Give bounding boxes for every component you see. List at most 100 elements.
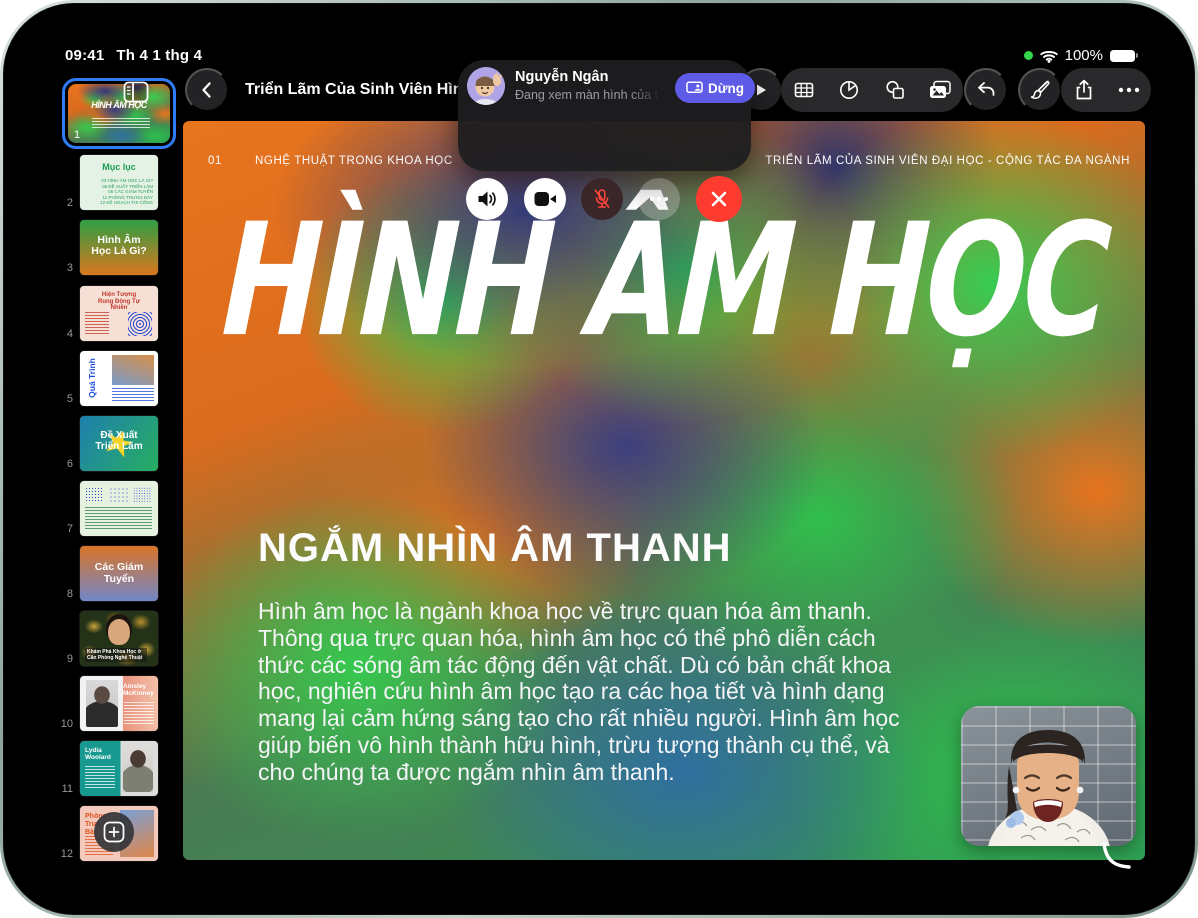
thumbnail-7-pattern — [133, 487, 152, 502]
thumbnail-9-title: Khám Phá Khoa Học ở Căn Phòng Nghệ Thuật — [85, 648, 147, 662]
speaker-icon — [476, 189, 498, 209]
thumbnail-number: 8 — [55, 588, 73, 600]
insert-shape-button[interactable] — [873, 68, 917, 112]
thumbnail-number: 11 — [55, 783, 73, 795]
status-date: Th 4 1 thg 4 — [116, 47, 202, 64]
thumbnail-2-title: Mục lục — [80, 162, 158, 172]
share-toolbar — [1061, 68, 1151, 112]
shapes-icon — [883, 78, 907, 102]
end-call-icon — [710, 190, 728, 208]
avatar — [467, 67, 505, 105]
slide-thumbnail-4[interactable]: Hiện Tượng Rung Động Tự Nhiên — [80, 286, 158, 341]
insert-table-button[interactable] — [782, 68, 826, 112]
slide-thumbnail-9[interactable]: Khám Phá Khoa Học ở Căn Phòng Nghệ Thuật — [80, 611, 158, 666]
slide-heading[interactable]: NGẮM NHÌN ÂM THANH — [258, 526, 732, 571]
thumbnail-number: 5 — [55, 393, 73, 405]
navigator-toggle-button[interactable] — [121, 79, 151, 105]
more-options-button[interactable] — [638, 178, 680, 220]
thumbnail-number: 3 — [55, 262, 73, 274]
slide-thumbnail-7[interactable] — [80, 481, 158, 536]
slide-thumbnail-3[interactable]: Hình Âm Học Là Gì? — [80, 220, 158, 275]
facetime-overlay: Nguyễn Ngân Đang xem màn hình của t Dừng — [458, 60, 751, 171]
slide-header-left[interactable]: NGHỆ THUẬT TRONG KHOA HỌC — [255, 155, 453, 167]
device-screen: 09:41 Th 4 1 thg 4 100% Triển Lãm Của Si… — [3, 3, 1195, 915]
brush-icon — [1028, 78, 1052, 102]
memoji-waving-icon — [467, 67, 505, 105]
slide-body-text[interactable]: Hình âm học là ngành khoa học về trực qu… — [258, 598, 926, 786]
thumbnail-number: 12 — [55, 848, 73, 860]
document-title[interactable]: Triển Lãm Của Sinh Viên Hình Âm Học — [245, 78, 458, 102]
video-icon — [534, 191, 557, 207]
mic-mute-button[interactable] — [581, 178, 623, 220]
ellipsis-icon — [1118, 87, 1140, 93]
camera-active-dot — [1024, 51, 1033, 60]
thumbnail-number: 4 — [55, 328, 73, 340]
add-slide-button[interactable] — [94, 812, 134, 852]
status-time: 09:41 — [65, 47, 104, 64]
sidebar-toggle-icon — [123, 81, 149, 103]
thumbnail-7-pattern — [109, 487, 128, 502]
battery-icon — [1110, 50, 1135, 62]
thumbnail-3-title: Hình Âm Học Là Gì? — [80, 235, 158, 257]
share-button[interactable] — [1063, 68, 1105, 112]
format-button[interactable] — [1018, 68, 1062, 112]
more-icon — [649, 196, 669, 202]
slide-thumbnail-1-selected[interactable]: HÌNH ÂM HỌC 1 — [62, 78, 176, 149]
end-call-button[interactable] — [696, 176, 742, 222]
thumbnail-10-title: Ainsley McKinney — [123, 683, 155, 697]
battery-percent: 100% — [1065, 47, 1103, 64]
undo-icon — [974, 79, 998, 101]
thumbnail-6-title: Đề Xuất Triển Lãm — [80, 430, 158, 452]
media-icon — [927, 78, 953, 102]
back-button[interactable] — [185, 68, 229, 112]
thumbnail-4-pattern — [128, 312, 152, 336]
facetime-self-view-tile[interactable] — [961, 706, 1136, 846]
thumbnail-1-title: HÌNH ÂM HỌC — [68, 100, 170, 110]
undo-button[interactable] — [964, 68, 1008, 112]
stop-sharing-button[interactable]: Dừng — [675, 73, 755, 103]
play-icon — [753, 82, 769, 98]
thumbnail-11-title: Lydia Woolard — [85, 747, 117, 761]
insert-chart-button[interactable] — [827, 68, 871, 112]
ipad-device: 09:41 Th 4 1 thg 4 100% Triển Lãm Của Si… — [0, 0, 1198, 918]
slide-canvas[interactable]: 01 NGHỆ THUẬT TRONG KHOA HỌC TRIỂN LÃM C… — [183, 121, 1145, 860]
add-slide-icon — [103, 821, 125, 843]
participant-video — [961, 706, 1136, 846]
thumbnail-5-title: Quá Trình — [87, 355, 97, 401]
more-button[interactable] — [1108, 68, 1150, 112]
slide-header-right[interactable]: TRIỂN LÃM CỦA SINH VIÊN ĐẠI HỌC - CỘNG T… — [765, 155, 1130, 167]
participant-name: Nguyễn Ngân — [515, 69, 608, 85]
thumbnail-2-toc: 03 HÌNH ÂM HỌC LÀ GÌ? 06 ĐỀ XUẤT TRIỂN L… — [86, 178, 153, 206]
wifi-icon — [1040, 49, 1058, 63]
thumbnail-number: 2 — [55, 197, 73, 209]
thumbnail-5-photo — [112, 355, 154, 385]
thumbnail-number: 10 — [55, 718, 73, 730]
slide-navigator: HÌNH ÂM HỌC 1 2 Mục lục 03 HÌNH ÂM HỌC L… — [53, 69, 183, 879]
mic-muted-icon — [592, 188, 612, 210]
thumbnail-number: 1 — [74, 129, 80, 141]
corner-curl-indicator — [1101, 841, 1133, 871]
slide-thumbnail-10[interactable]: Ainsley McKinney — [80, 676, 158, 731]
share-icon — [1073, 78, 1095, 102]
thumbnail-number: 9 — [55, 653, 73, 665]
chevron-left-icon — [197, 80, 217, 100]
sharing-status: Đang xem màn hình của t — [515, 88, 661, 102]
thumbnail-10-photo — [86, 680, 118, 727]
slide-thumbnail-8[interactable]: Các Giám Tuyển — [80, 546, 158, 601]
thumbnail-9-photo — [108, 619, 130, 645]
thumbnail-7-pattern — [85, 487, 104, 502]
slide-thumbnail-11[interactable]: Lydia Woolard — [80, 741, 158, 796]
stop-sharing-label: Dừng — [708, 81, 744, 96]
screen-share-icon — [686, 81, 703, 95]
slide-thumbnail-6[interactable]: Đề Xuất Triển Lãm — [80, 416, 158, 471]
table-icon — [792, 78, 816, 102]
thumbnail-4-title: Hiện Tượng Rung Động Tự Nhiên — [80, 292, 158, 312]
video-toggle-button[interactable] — [524, 178, 566, 220]
thumbnail-1-preview: HÌNH ÂM HỌC — [68, 84, 170, 143]
slide-number[interactable]: 01 — [208, 155, 222, 167]
slide-thumbnail-5[interactable]: Quá Trình — [80, 351, 158, 406]
audio-output-button[interactable] — [466, 178, 508, 220]
slide-thumbnail-2[interactable]: Mục lục 03 HÌNH ÂM HỌC LÀ GÌ? 06 ĐỀ XUẤT… — [80, 155, 158, 210]
insert-media-button[interactable] — [918, 68, 962, 112]
insert-toolbar — [781, 68, 963, 112]
